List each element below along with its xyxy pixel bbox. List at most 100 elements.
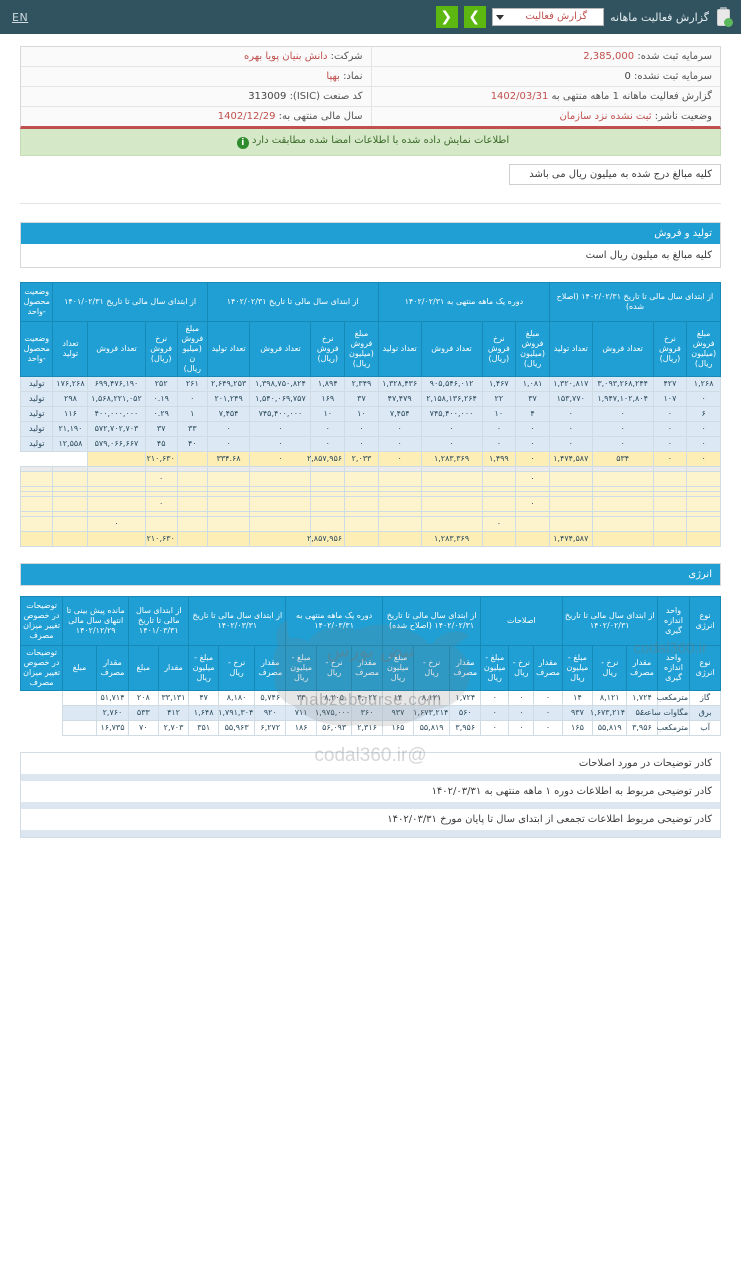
isic-label: کد صنعت (ISIC): — [289, 91, 363, 102]
info-fiscal-year: سال مالی منتهی به: 1402/12/29 — [21, 107, 371, 126]
cell-r1-c18: ۵۳۳ — [128, 705, 159, 721]
cell-r3-c12: ۳۳ — [176, 421, 208, 437]
cell-r1-c10: ۱,۵۴۰,۰۶۹,۷۵۷ — [249, 391, 312, 407]
note-row-2[interactable]: کادر توضیحی مربوط اطلاعات تجمعی از ابتدا… — [21, 809, 720, 831]
prev-report-button[interactable]: ❮ — [436, 6, 459, 28]
cell-r0-c2: ۳,۰۹۳,۲۶۸,۲۴۴ — [591, 376, 654, 392]
cell-r2-c13: ۰.۲۹ — [144, 406, 178, 422]
symbol-label: نماد: — [343, 71, 363, 82]
cell-r0-c11: ۲,۶۴۹,۲۵۳ — [206, 376, 251, 392]
table-row: ۰ ۱۰۷ ۱,۹۴۷,۱۰۲,۸۰۴ ۱۵۳,۷۷۰ ۳۷ ۲۲ ۲,۱۵۸,۱۳۶,۲۶… — [19, 391, 721, 407]
cell-r1-c4: ۳۷ — [515, 391, 550, 407]
cell-r4-c6: ۰ — [420, 436, 483, 452]
table-row: آب مترمکعب ۳,۹۵۶ ۵۵,۸۱۹ ۱۶۵ ۰ ۰ ۰ ۳,۹۵۶ ۵۵,۸۱۹ ۱۶۵… — [21, 720, 721, 736]
column-header-1: واحد اندازه گیری — [656, 645, 691, 691]
note-row-1[interactable]: کادر توضیحی مربوط به اطلاعات دوره ۱ ماهه… — [21, 781, 720, 803]
group-header-3: از ابتدای سال مالی تا تاریخ ۱۴۰۱/۰۲/۳۱ — [52, 282, 208, 322]
energy-section: انرژی — [20, 563, 721, 586]
cell-r3-c15: ۲۱,۱۹۰ — [52, 421, 89, 437]
cell-r7-c9 — [310, 471, 346, 487]
cell-r1-c5: ۰ — [533, 705, 563, 721]
table-row: برق مگاوات ساعت ۵۶۰ ۱,۶۷۳,۲۱۴ ۹۳۷ ۰ ۰ ۰ ۵۶۰ ۱,۶۷۳… — [21, 705, 721, 721]
cell-r0-c6: ۹۰۵,۵۴۶,۰۱۲ — [420, 376, 483, 392]
cell-r0-c13: ۳۳ — [285, 690, 318, 706]
cell-r4-c2: ۰ — [591, 436, 654, 452]
table-row: ۰ ۰ ۰ ۰ ۰ ۰ ۰ ۰ ۰ ۰ ۰ ۰ ۴۰ ۴۵ ۵۷۹,۰۶۶,۶۶۷ ۱۲,۵۵۸ تولید — [19, 436, 721, 452]
unregistered-capital-value: 0 — [624, 71, 631, 82]
cell-r0-c16: تولید — [19, 376, 54, 392]
cell-r0-c5: ۰ — [533, 690, 563, 706]
cell-r0-c12: ۲۶۱ — [176, 376, 208, 392]
cell-r2-c10: ۱۶۵ — [382, 720, 414, 736]
column-header-6: نرخ - ریال — [508, 645, 535, 691]
cell-r3-c16: تولید — [19, 421, 54, 437]
cell-r3-c6: ۰ — [420, 421, 483, 437]
cell-r0-c19: ۵۱,۷۱۴ — [95, 690, 130, 706]
cell-r0-c15: ۱۷۶,۲۶۸ — [52, 376, 89, 392]
cell-r10-c12 — [176, 496, 208, 512]
cell-r7-c2 — [591, 471, 654, 487]
group-header-0: از ابتدای سال مالی تا تاریخ ۱۴۰۲/۰۲/۳۱ (… — [548, 282, 722, 322]
next-report-button[interactable]: ❯ — [464, 6, 487, 28]
cell-r0-c4: ۱,۰۸۱ — [515, 376, 550, 392]
info-company: شرکت: دانش بنیان پویا بهره — [21, 47, 371, 66]
cell-r0-c8: ۱,۷۲۴ — [449, 690, 482, 706]
cell-r7-c7 — [377, 471, 422, 487]
cell-r10-c6 — [420, 496, 483, 512]
cell-r12-c8 — [344, 516, 379, 532]
cell-r5-c4: ۰ — [515, 451, 550, 467]
column-header-13: مبلغ - میلیون ریال — [285, 645, 318, 691]
group-header-4: از ابتدای سال مالی تا تاریخ ۱۴۰۲/۰۲/۳۱ (… — [381, 596, 482, 646]
cell-r0-c11: ۴,۰۲۲ — [351, 690, 383, 706]
column-header-0: مبلغ فروش (میلیون ریال) — [686, 321, 721, 377]
cell-r1-c4: ۹۳۷ — [561, 705, 594, 721]
cell-r13-c12 — [176, 531, 208, 547]
column-header-10: تعداد فروش — [249, 321, 312, 377]
column-header-0: نوع انرژی — [689, 645, 721, 691]
table-row: ۰ ۰ ۵۳۴ ۱,۴۷۴,۵۸۷ ۰ ۱,۴۹۹ ۱,۲۸۳,۳۶۹ ۰ ۲,۰۳۳ ۲,۸۵۷… — [21, 451, 721, 467]
clipboard-check-icon — [715, 7, 733, 27]
cell-r5-c6: ۱,۲۸۳,۳۶۹ — [420, 451, 483, 467]
cell-r13-c16 — [19, 531, 54, 547]
cell-r12-c16 — [19, 516, 54, 532]
table-row: ۱,۲۶۸ ۴۲۷ ۳,۰۹۳,۲۶۸,۲۴۴ ۱,۳۲۰,۸۱۷ ۱,۰۸۱ ۱,۴۶۷… — [19, 376, 721, 392]
report-type-select[interactable]: گزارش فعالیت — [492, 8, 605, 26]
cell-r0-c1: ۴۲۷ — [652, 376, 688, 392]
column-header-18: مبلغ — [128, 645, 159, 691]
column-header-15: تعداد تولید — [52, 321, 89, 377]
cell-r2-c8: ۱۰ — [344, 406, 379, 422]
cell-r1-c8: ۳۷ — [344, 391, 379, 407]
cell-r3-c3: ۰ — [548, 421, 593, 437]
cell-r7-c11 — [206, 471, 251, 487]
language-toggle-en[interactable]: EN — [8, 11, 32, 24]
cell-r12-c11 — [206, 516, 251, 532]
cell-r5-c11: ۳۳۴.۶۸ — [206, 451, 251, 467]
column-header-16: وضعیت محصول-واحد — [19, 321, 54, 377]
cell-r2-c5: ۱۰ — [481, 406, 517, 422]
column-header-2: مقدار مصرف — [626, 645, 658, 691]
cell-r2-c15: ۱۱۶ — [52, 406, 89, 422]
column-header-21: توضیحات در خصوص تغییر میزان مصرف — [19, 645, 64, 691]
table-row: ۰۰ — [19, 516, 721, 532]
registered-capital-label: سرمایه ثبت شده: — [637, 51, 712, 62]
cell-r1-c11: ۳۶۰ — [351, 705, 383, 721]
cell-r2-c1: ۰ — [652, 406, 688, 422]
cell-r0-c1: مترمکعب — [657, 690, 691, 706]
cell-r13-c1 — [652, 531, 688, 547]
note-row-0[interactable]: کادر توضیحات در مورد اصلاحات — [21, 753, 720, 775]
cell-r1-c2: ۱,۹۴۷,۱۰۲,۸۰۴ — [591, 391, 654, 407]
cell-r1-c15: ۱,۷۹۱,۳۰۴ — [217, 705, 256, 721]
cell-r10-c14 — [87, 496, 146, 512]
column-header-14: مقدار مصرف — [254, 645, 287, 691]
cell-r2-c3: ۰ — [548, 406, 593, 422]
cell-r0-c13: ۲۵۲ — [144, 376, 178, 392]
cell-r12-c12 — [176, 516, 208, 532]
cell-r1-c11: ۲۰۱,۲۴۹ — [206, 391, 251, 407]
cell-r10-c15 — [52, 496, 89, 512]
cell-r12-c6 — [420, 516, 483, 532]
energy-group-header-row: نوع انرژی واحد اندازه گیری از ابتدای سال م… — [19, 596, 721, 646]
cell-r13-c14 — [87, 531, 146, 547]
cell-r2-c18: ۷۰ — [128, 720, 159, 736]
cell-r10-c10 — [249, 496, 312, 512]
energy-table-body: گاز مترمکعب ۱,۷۲۴ ۸,۱۲۱ ۱۴ ۰ ۰ ۰ ۱,۷۲۴ ۸,۱۲۱ ۱۴ ۴,۰… — [21, 690, 721, 736]
